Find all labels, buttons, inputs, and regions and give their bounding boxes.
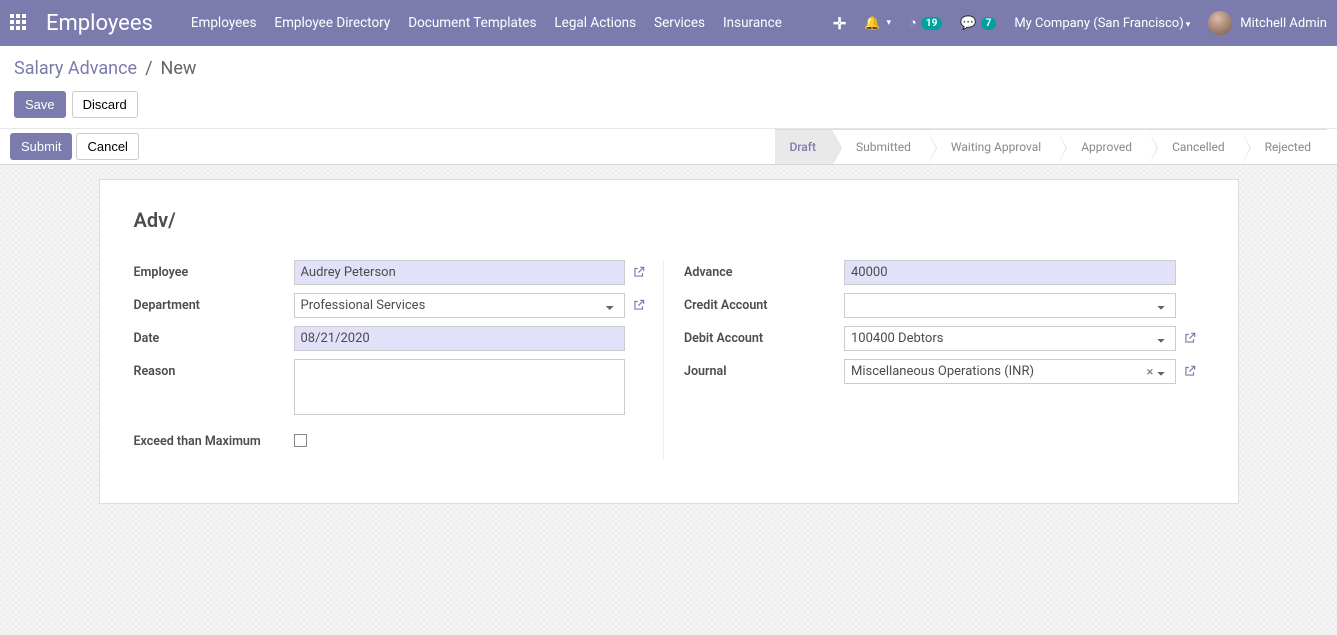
stage-draft[interactable]: Draft (775, 129, 832, 164)
reason-field[interactable] (294, 359, 626, 415)
discard-button[interactable]: Discard (72, 91, 138, 118)
chat-icon: 💬 (960, 16, 976, 31)
nav-employees[interactable]: Employees (191, 15, 257, 31)
form-left-column: Employee Department Date (134, 260, 665, 459)
external-link-icon (632, 265, 646, 279)
exceed-label: Exceed than Maximum (134, 429, 294, 449)
caret-down-icon: ▾ (1186, 20, 1191, 30)
stage-submitted[interactable]: Submitted (832, 129, 927, 164)
date-label: Date (134, 326, 294, 346)
advance-field[interactable] (844, 260, 1176, 285)
reason-label: Reason (134, 359, 294, 379)
employee-label: Employee (134, 260, 294, 280)
user-menu[interactable]: Mitchell Admin (1208, 11, 1327, 35)
plus-icon[interactable]: ✛ (833, 14, 846, 33)
stage-waiting-approval[interactable]: Waiting Approval (927, 129, 1057, 164)
bell-icon: 🔔 (864, 16, 880, 31)
employee-external-link[interactable] (625, 260, 653, 279)
debit-account-field[interactable] (844, 326, 1176, 351)
messages-badge: 7 (981, 17, 997, 30)
form-background: Adv/ Employee Department (0, 165, 1337, 635)
caret-down-icon: ▾ (887, 18, 892, 28)
breadcrumb-current: New (161, 58, 197, 79)
clock-icon: ◔ (909, 15, 917, 31)
notifications-dropdown[interactable]: 🔔▾ (864, 16, 891, 31)
credit-account-label: Credit Account (684, 293, 844, 313)
avatar (1208, 11, 1232, 35)
department-label: Department (134, 293, 294, 313)
nav-services[interactable]: Services (654, 15, 705, 31)
department-field[interactable] (294, 293, 626, 318)
activities-indicator[interactable]: ◔ 19 (909, 15, 942, 31)
breadcrumb-separator: / (145, 58, 152, 79)
breadcrumb: Salary Advance / New (14, 58, 1323, 79)
control-panel: Salary Advance / New Save Discard (0, 46, 1337, 129)
form-sheet: Adv/ Employee Department (99, 179, 1239, 504)
external-link-icon (1183, 364, 1197, 378)
save-button[interactable]: Save (14, 91, 66, 118)
top-nav: Employees Employees Employee Directory D… (0, 0, 1337, 46)
employee-field[interactable] (294, 260, 626, 285)
journal-field[interactable] (844, 359, 1176, 384)
credit-account-field[interactable] (844, 293, 1176, 318)
apps-menu-icon[interactable] (10, 14, 28, 32)
nav-document-templates[interactable]: Document Templates (408, 15, 536, 31)
submit-button[interactable]: Submit (10, 133, 72, 160)
department-external-link[interactable] (625, 293, 653, 312)
breadcrumb-parent[interactable]: Salary Advance (14, 58, 137, 79)
record-title: Adv/ (134, 208, 1204, 232)
advance-label: Advance (684, 260, 844, 280)
external-link-icon (1183, 331, 1197, 345)
stage-rejected[interactable]: Rejected (1241, 129, 1327, 164)
activities-badge: 19 (921, 17, 942, 30)
date-field[interactable] (294, 326, 626, 351)
company-switcher[interactable]: My Company (San Francisco)▾ (1014, 16, 1190, 31)
nav-insurance[interactable]: Insurance (723, 15, 782, 31)
journal-external-link[interactable] (1176, 359, 1204, 378)
user-name: Mitchell Admin (1240, 16, 1327, 31)
external-link-icon (632, 298, 646, 312)
stage-cancelled[interactable]: Cancelled (1148, 129, 1241, 164)
debit-external-link[interactable] (1176, 326, 1204, 345)
journal-label: Journal (684, 359, 844, 379)
nav-employee-directory[interactable]: Employee Directory (274, 15, 390, 31)
company-label: My Company (San Francisco) (1014, 16, 1183, 31)
exceed-checkbox[interactable] (294, 434, 307, 447)
form-right-column: Advance Credit Account Debit Account (674, 260, 1204, 459)
debit-account-label: Debit Account (684, 326, 844, 346)
app-title: Employees (46, 11, 153, 36)
statusbar: Submit Cancel Draft Submitted Waiting Ap… (0, 129, 1337, 165)
main-menu: Employees Employee Directory Document Te… (191, 15, 782, 31)
nav-legal-actions[interactable]: Legal Actions (554, 15, 636, 31)
cancel-button[interactable]: Cancel (76, 133, 138, 160)
stage-approved[interactable]: Approved (1057, 129, 1148, 164)
journal-clear-icon[interactable]: × (1147, 365, 1154, 380)
messages-indicator[interactable]: 💬7 (960, 16, 996, 31)
stage-indicator: Draft Submitted Waiting Approval Approve… (775, 129, 1327, 164)
